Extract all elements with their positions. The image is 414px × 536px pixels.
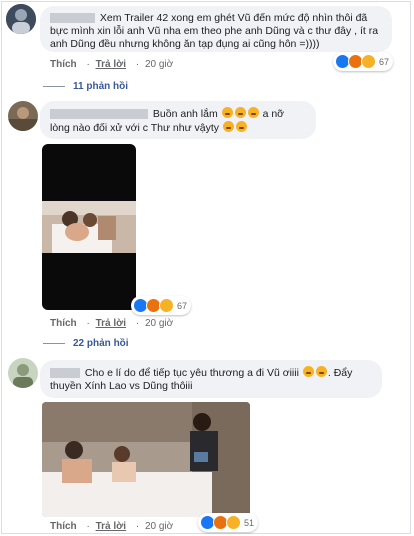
reply-link[interactable]: Trả lời	[96, 521, 126, 532]
attached-video-thumbnail[interactable]	[42, 144, 136, 310]
avatar[interactable]	[6, 4, 36, 34]
comment-text: Cho e lí do để tiếp tục yêu thương a đi …	[84, 367, 299, 379]
reply-connector	[43, 343, 65, 344]
like-link[interactable]: Thích	[50, 521, 77, 532]
reaction-count: 67	[177, 300, 188, 311]
comment-text: Xem Trailer 42 xong em ghét Vũ đến mức đ…	[50, 12, 379, 50]
sad-reaction-icon	[159, 298, 174, 313]
replies-count: 22 phản hồi	[73, 338, 129, 349]
reaction-summary[interactable]: 67	[131, 296, 192, 315]
separator: ·	[86, 59, 90, 70]
reaction-summary[interactable]: 51	[198, 513, 259, 532]
avatar[interactable]	[8, 358, 38, 388]
reaction-summary[interactable]: 67	[333, 52, 394, 71]
comment-bubble: Xem Trailer 42 xong em ghét Vũ đến mức đ…	[40, 6, 392, 52]
reaction-count: 67	[379, 56, 390, 67]
separator: ·	[135, 318, 140, 329]
redacted-author-name[interactable]	[50, 109, 148, 120]
crying-emoji-icon	[234, 107, 246, 118]
view-replies-link[interactable]: 22 phản hồi	[43, 338, 129, 349]
timestamp[interactable]: 20 giờ	[145, 318, 173, 329]
crying-emoji-icon	[302, 366, 314, 377]
comment-text-prefix: Buồn anh lắm	[152, 108, 218, 120]
reply-link[interactable]: Trả lời	[96, 318, 126, 329]
like-link[interactable]: Thích	[50, 59, 77, 70]
redacted-author-name[interactable]	[50, 13, 95, 24]
separator: ·	[86, 318, 90, 329]
comment-bubble: Cho e lí do để tiếp tục yêu thương a đi …	[40, 360, 382, 398]
avatar[interactable]	[8, 101, 38, 131]
separator: ·	[135, 521, 140, 532]
redacted-author-name[interactable]	[50, 368, 80, 379]
comment-actions: Thích · Trả lời · 20 giờ	[50, 318, 177, 329]
like-link[interactable]: Thích	[50, 318, 77, 329]
separator: ·	[135, 59, 140, 70]
timestamp[interactable]: 20 giờ	[145, 521, 173, 532]
separator: ·	[86, 521, 90, 532]
timestamp[interactable]: 20 giờ	[145, 59, 173, 70]
replies-count: 11 phản hồi	[73, 81, 129, 92]
sad-reaction-icon	[226, 515, 241, 530]
comment-actions: Thích · Trả lời · 20 giờ	[50, 59, 177, 70]
crying-emoji-icon	[315, 366, 327, 377]
view-replies-link[interactable]: 11 phản hồi	[43, 81, 128, 92]
sad-emoji-icon	[222, 121, 234, 132]
sad-emoji-icon	[235, 121, 247, 132]
sad-reaction-icon	[361, 54, 376, 69]
reaction-count: 51	[244, 517, 255, 528]
comment-bubble: Buồn anh lắm a nỡ lòng nào đối xử với c …	[40, 101, 316, 139]
crying-emoji-icon	[221, 107, 233, 118]
crying-emoji-icon	[247, 107, 259, 118]
reply-connector	[43, 86, 65, 87]
comment-actions: Thích · Trả lời · 20 giờ	[50, 521, 177, 532]
reply-link[interactable]: Trả lời	[96, 59, 126, 70]
comment-text-suffix: ty	[210, 122, 220, 134]
attached-photo[interactable]	[42, 402, 250, 517]
